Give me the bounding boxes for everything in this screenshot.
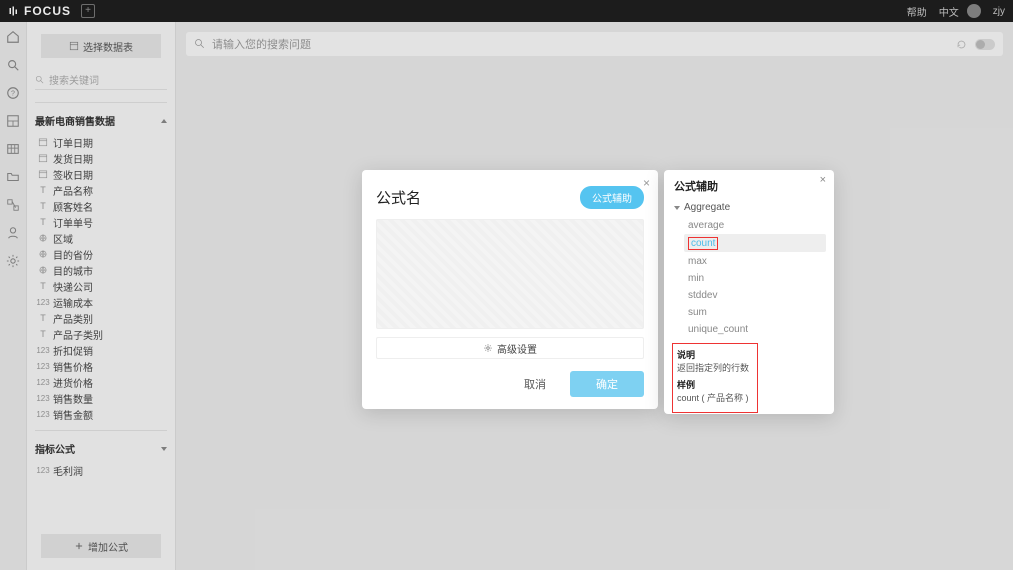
formula-editor[interactable] xyxy=(376,219,644,329)
advanced-label: 高级设置 xyxy=(497,341,537,356)
category-label: Aggregate xyxy=(684,202,730,213)
desc-text: 返回指定列的行数 xyxy=(677,361,753,374)
function-list: averagecountmaxminstddevsumunique_count xyxy=(674,217,826,337)
function-doc: 说明 返回指定列的行数 样例 count ( 产品名称 ) xyxy=(672,343,758,413)
function-item[interactable]: average xyxy=(684,217,826,233)
helper-category[interactable]: Aggregate xyxy=(674,202,826,213)
helper-title: 公式辅助 xyxy=(674,178,826,194)
function-item[interactable]: max xyxy=(684,253,826,269)
function-item[interactable]: stddev xyxy=(684,287,826,303)
desc-label: 说明 xyxy=(677,348,753,361)
close-icon[interactable]: × xyxy=(643,176,650,190)
formula-helper-panel: × 公式辅助 Aggregate averagecountmaxminstdde… xyxy=(664,170,834,414)
formula-modal: × 公式名 公式辅助 高级设置 取消 确定 xyxy=(362,170,658,409)
example-label: 样例 xyxy=(677,378,753,391)
close-icon[interactable]: × xyxy=(820,174,826,186)
ok-button[interactable]: 确定 xyxy=(570,371,644,397)
gear-icon xyxy=(483,343,493,353)
function-item[interactable]: sum xyxy=(684,304,826,320)
function-item[interactable]: count xyxy=(684,234,826,252)
function-item[interactable]: unique_count xyxy=(684,321,826,337)
example-text: count ( 产品名称 ) xyxy=(677,391,753,404)
modal-title: 公式名 xyxy=(376,187,421,208)
function-item[interactable]: min xyxy=(684,270,826,286)
chevron-down-icon xyxy=(674,206,680,210)
cancel-button[interactable]: 取消 xyxy=(510,371,560,397)
advanced-settings-button[interactable]: 高级设置 xyxy=(376,337,644,359)
formula-helper-button[interactable]: 公式辅助 xyxy=(580,186,644,209)
